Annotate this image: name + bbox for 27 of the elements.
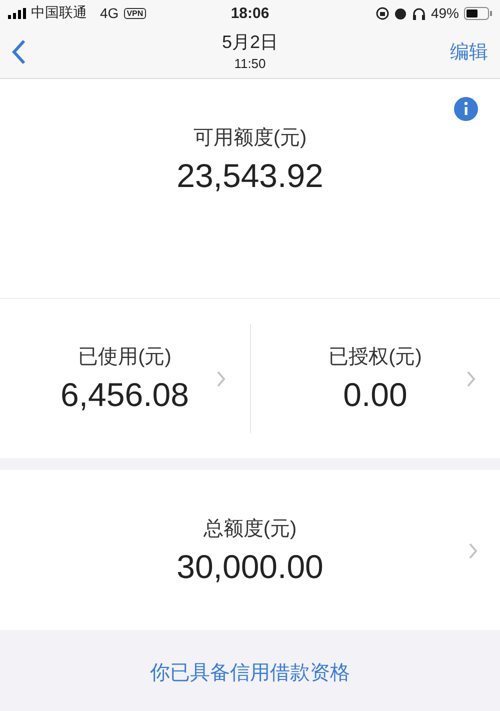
signal-icon <box>8 8 26 18</box>
back-button[interactable] <box>12 39 26 65</box>
clock: 18:06 <box>230 4 270 22</box>
rotation-lock-icon <box>376 6 389 20</box>
network-type: 4G <box>100 5 119 21</box>
chevron-icon <box>468 542 478 560</box>
credit-link[interactable]: 你已具备信用借款资格 <box>144 658 356 687</box>
stat-amount: 0.00 <box>343 376 408 414</box>
chevron-icon <box>466 370 476 388</box>
edit-button[interactable]: 编辑 <box>450 39 488 65</box>
stat-amount: 6,456.08 <box>60 376 189 414</box>
alarm-icon <box>394 6 407 20</box>
total-amount: 30,000.00 <box>176 548 324 586</box>
vpn-badge: VPN <box>124 8 146 18</box>
nav-subtitle: 11:50 <box>234 56 266 71</box>
headphones-icon <box>412 6 426 20</box>
stat-label: 已使用(元) <box>78 345 172 370</box>
battery-icon <box>464 6 492 20</box>
available-label: 可用额度(元) <box>193 126 307 151</box>
stat-label: 已授权(元) <box>328 345 422 370</box>
nav-title: 5月2日 <box>222 31 278 54</box>
available-amount: 23,543.92 <box>176 157 324 195</box>
info-icon[interactable] <box>454 97 478 121</box>
total-label: 总额度(元) <box>203 516 297 542</box>
battery-percent: 49% <box>430 5 459 21</box>
chevron-icon <box>216 370 226 388</box>
carrier-name: 中国联通 <box>31 4 87 22</box>
